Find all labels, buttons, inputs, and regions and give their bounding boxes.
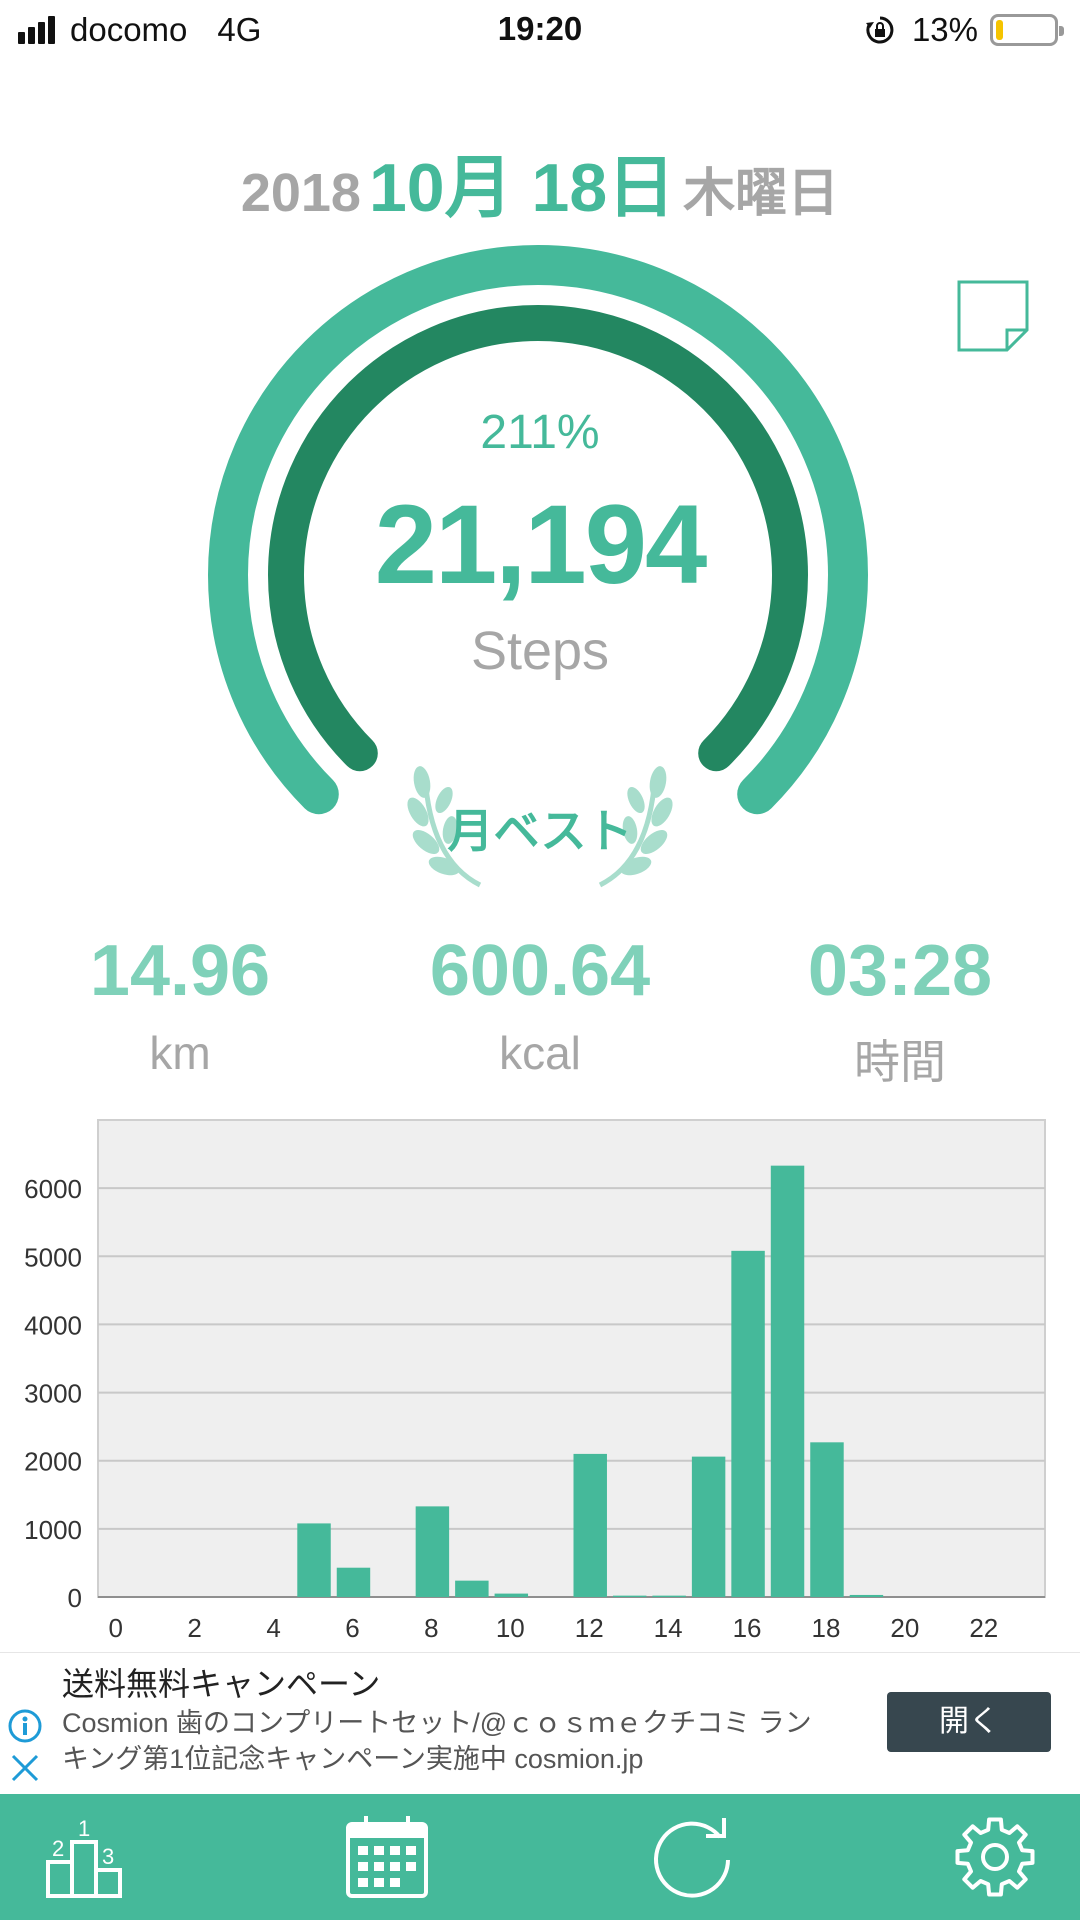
stat-distance-label: km xyxy=(149,1027,211,1079)
calendar-icon[interactable] xyxy=(342,1812,432,1902)
chart-y-tick-label: 0 xyxy=(68,1583,82,1613)
chart-bar xyxy=(573,1453,607,1597)
ranking-podium-icon[interactable]: 1 2 3 xyxy=(40,1812,130,1902)
bottom-tab-bar: 1 2 3 xyxy=(0,1794,1080,1920)
chart-x-tick-label: 10 xyxy=(496,1613,525,1643)
refresh-icon[interactable] xyxy=(648,1812,738,1902)
chart-x-tick-label: 14 xyxy=(654,1613,683,1643)
chart-bar xyxy=(770,1165,805,1597)
step-count: 21,194 xyxy=(374,482,708,607)
chart-bar xyxy=(652,1595,686,1597)
chart-bar xyxy=(336,1567,371,1597)
settings-gear-icon[interactable] xyxy=(950,1812,1040,1902)
chart-bar xyxy=(849,1594,884,1597)
chart-y-tick-label: 1000 xyxy=(24,1515,82,1545)
monthly-best-badge: 月ベスト xyxy=(447,805,633,857)
chart-x-tick-label: 6 xyxy=(345,1613,359,1643)
chart-bar xyxy=(612,1595,647,1597)
rotation-lock-icon xyxy=(865,16,894,44)
chart-bar xyxy=(297,1523,331,1597)
svg-text:1: 1 xyxy=(78,1816,90,1841)
chart-y-tick-label: 4000 xyxy=(24,1310,82,1340)
chart-x-tick-label: 12 xyxy=(575,1613,604,1643)
stat-calories-label: kcal xyxy=(499,1027,581,1079)
note-icon[interactable] xyxy=(957,280,1029,352)
stat-distance: 14.96 km xyxy=(0,930,360,1080)
stat-time-value: 03:28 xyxy=(807,931,993,1011)
stat-time-label: 時間 xyxy=(854,1036,946,1088)
date-year: 2018 xyxy=(240,163,361,223)
date-weekday: 木曜日 xyxy=(683,165,840,223)
date-month-day: 10月 18日 xyxy=(368,150,676,226)
ad-text-line: キング第1位記念キャンペーン実施中 cosmion.jp xyxy=(62,1744,644,1774)
chart-bar xyxy=(455,1580,489,1597)
chart-x-tick-label: 18 xyxy=(812,1613,841,1643)
battery-percent: 13% xyxy=(911,11,978,48)
chart-x-tick-label: 2 xyxy=(187,1613,201,1643)
step-unit: Steps xyxy=(470,621,610,681)
chart-x-tick-label: 4 xyxy=(266,1613,280,1643)
chart-y-tick-label: 5000 xyxy=(24,1242,82,1272)
chart-x-tick-label: 8 xyxy=(424,1613,438,1643)
chart-x-tick-label: 0 xyxy=(108,1613,122,1643)
ad-banner[interactable]: 送料無料キャンペーン Cosmion 歯のコンプリートセット/@ｃｏｓｍｅクチコ… xyxy=(0,1652,1080,1794)
info-icon[interactable] xyxy=(8,1709,42,1743)
chart-bar xyxy=(494,1593,529,1597)
status-bar: docomo 4G 19:20 13% xyxy=(0,0,1080,60)
status-right: 13% xyxy=(864,10,1064,50)
ad-open-button[interactable]: 開く xyxy=(887,1692,1051,1752)
chart-y-tick-label: 6000 xyxy=(24,1174,82,1204)
chart-x-tick-label: 16 xyxy=(733,1613,762,1643)
svg-text:3: 3 xyxy=(102,1844,114,1869)
ad-title: 送料無料キャンペーン xyxy=(62,1666,381,1702)
goal-percent: 211% xyxy=(480,406,600,459)
stat-time: 03:28 時間 xyxy=(720,930,1080,1092)
chart-y-tick-label: 3000 xyxy=(24,1379,82,1409)
battery-icon xyxy=(990,14,1064,46)
stat-calories-value: 600.64 xyxy=(429,931,651,1011)
svg-text:2: 2 xyxy=(52,1836,64,1861)
stat-calories: 600.64 kcal xyxy=(360,930,720,1080)
date-header[interactable]: 2018 10月 18日 木曜日 xyxy=(0,132,1080,231)
battery-level xyxy=(996,20,1004,40)
chart-bar xyxy=(810,1442,844,1597)
chart-bar xyxy=(731,1250,765,1597)
ad-text-line: Cosmion 歯のコンプリートセット/@ｃｏｓｍｅクチコミ ラン xyxy=(62,1708,812,1738)
chart-bar xyxy=(415,1506,450,1597)
chart-bar xyxy=(691,1456,726,1597)
close-icon[interactable] xyxy=(10,1753,40,1783)
chart-x-tick-label: 20 xyxy=(890,1613,919,1643)
chart-x-tick-label: 22 xyxy=(969,1613,998,1643)
ad-body: Cosmion 歯のコンプリートセット/@ｃｏｓｍｅクチコミ ラン キング第1位… xyxy=(62,1705,872,1777)
chart-plot-area xyxy=(97,1119,1046,1598)
chart-y-tick-label: 2000 xyxy=(24,1447,82,1477)
stat-distance-value: 14.96 xyxy=(89,931,271,1011)
hourly-steps-chart: 0 1000 2000 3000 4000 5000 6000 0 2 4 6 8 10 12 14 16 18… xyxy=(24,1119,1046,1643)
